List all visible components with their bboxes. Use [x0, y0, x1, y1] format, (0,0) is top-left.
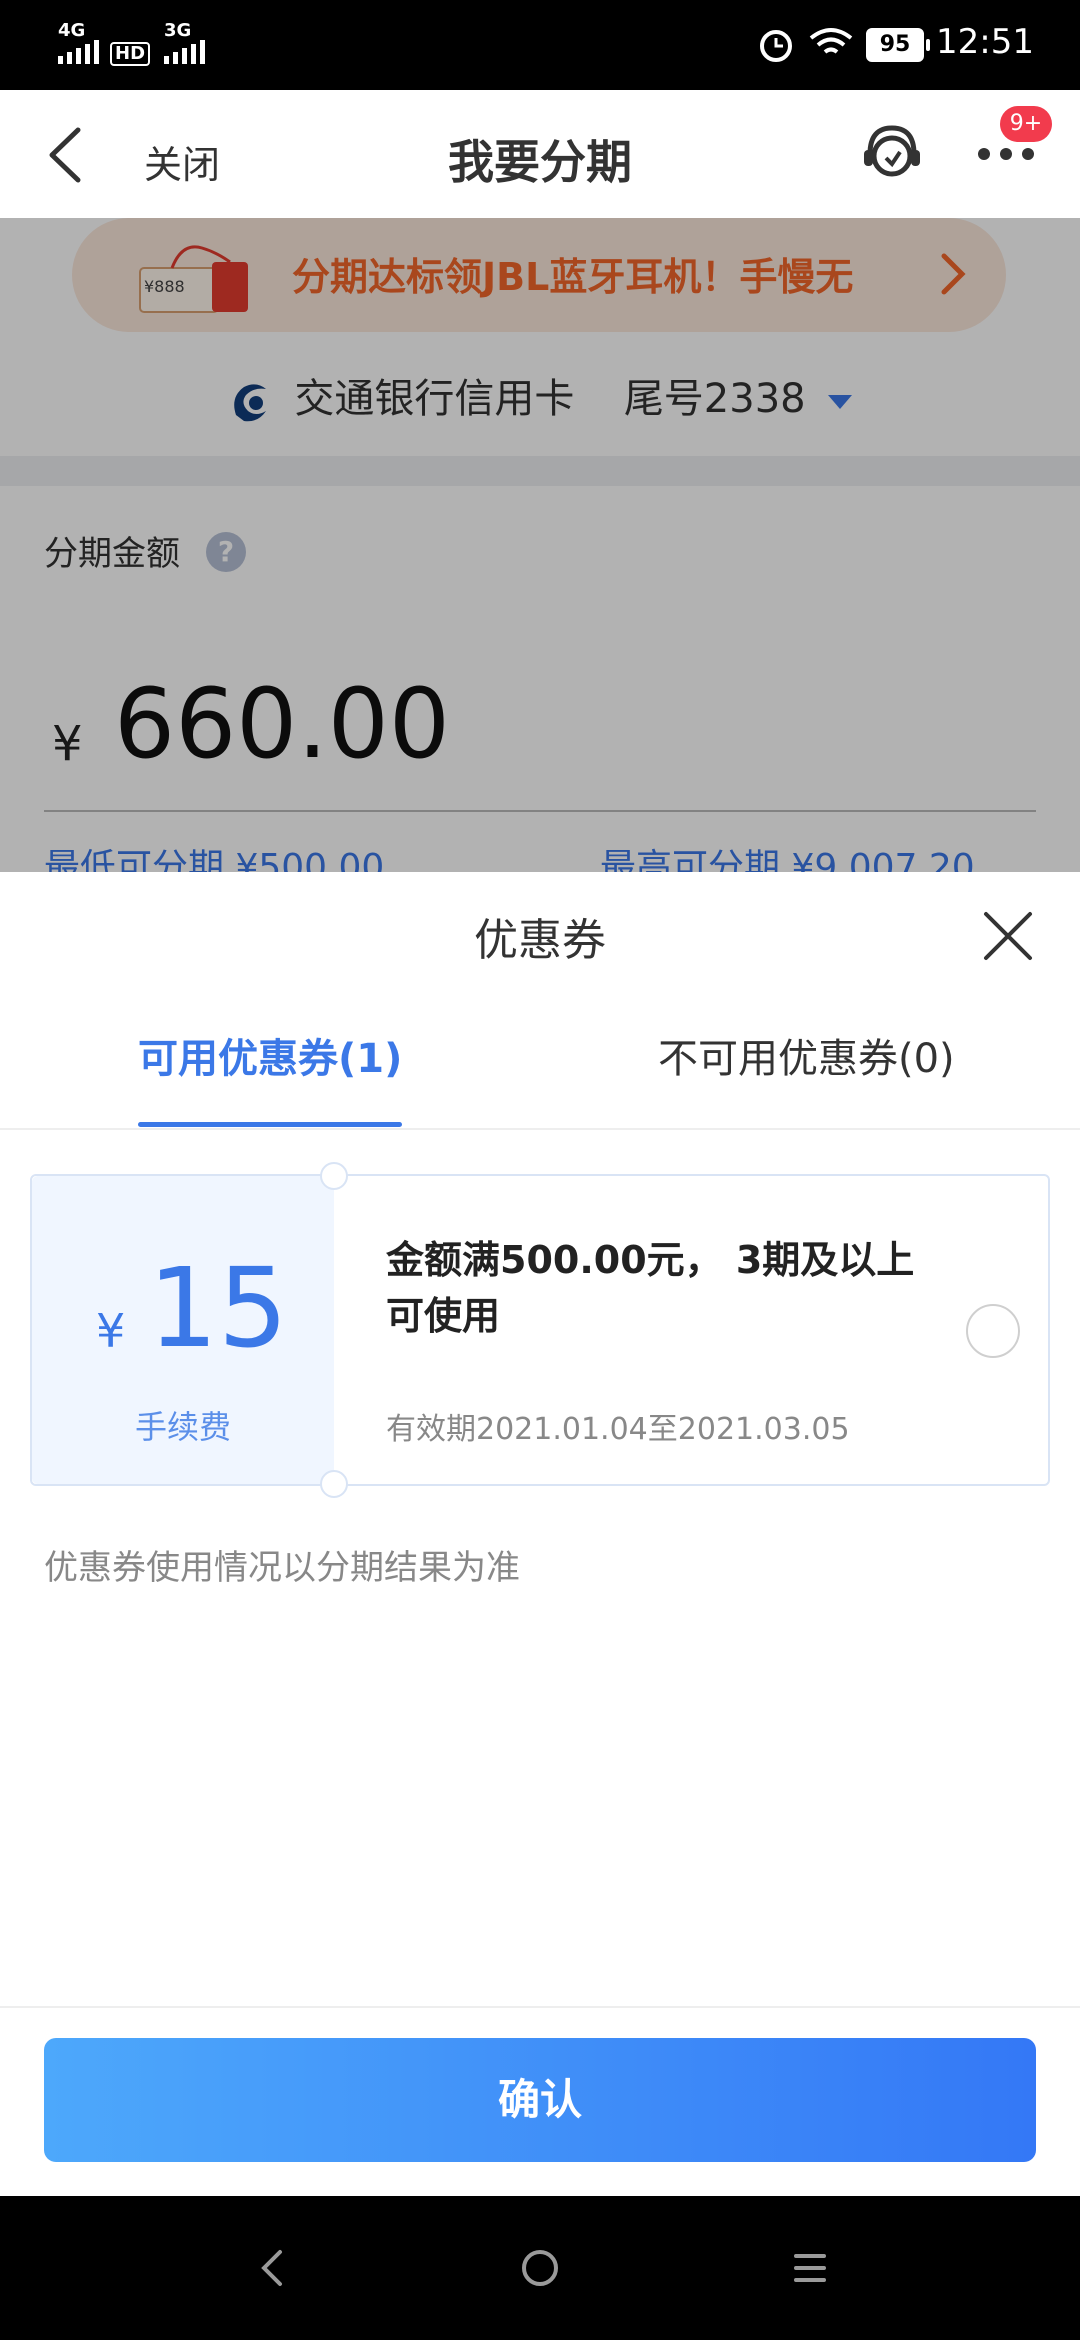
- alarm-icon: [760, 30, 792, 62]
- system-back-icon[interactable]: [256, 2246, 286, 2290]
- coupon-value: 15: [148, 1244, 288, 1372]
- sheet-title: 优惠券: [474, 915, 606, 966]
- tabs-divider: [0, 1128, 1080, 1130]
- coupon-currency: ¥: [96, 1304, 126, 1358]
- close-icon[interactable]: [982, 910, 1034, 962]
- clock: 12:51: [936, 22, 1034, 62]
- signal-label-4g: 4G: [58, 20, 86, 41]
- coupon-condition: 金额满500.00元， 3期及以上可使用: [386, 1238, 915, 1338]
- modal-overlay[interactable]: [0, 218, 1080, 872]
- wifi-icon: [809, 28, 853, 54]
- tab-unavailable-coupons[interactable]: 不可用优惠券(0): [658, 1026, 955, 1084]
- signal-icon: [58, 40, 99, 64]
- tab-underline: [138, 1122, 402, 1127]
- coupon-notch-top: [320, 1162, 348, 1190]
- coupon-select-radio[interactable]: [966, 1304, 1020, 1358]
- coupon-value-panel: ¥ 15 手续费: [32, 1176, 334, 1484]
- system-menu-icon[interactable]: [792, 2250, 828, 2286]
- coupon-type: 手续费: [134, 1408, 231, 1446]
- bottom-divider: [0, 2006, 1080, 2008]
- confirm-button[interactable]: 确认: [44, 2038, 1036, 2162]
- system-home-icon[interactable]: [518, 2246, 562, 2290]
- tab-available-coupons[interactable]: 可用优惠券(1): [138, 1026, 402, 1084]
- status-bar: 4G HD 3G 95 12:51: [0, 0, 1080, 90]
- coupon-sheet: 优惠券 可用优惠券(1) 不可用优惠券(0) ¥ 15 手续费 金额满500.0…: [0, 872, 1080, 2196]
- more-icon[interactable]: [976, 144, 1036, 164]
- signal-icon-2: [164, 40, 205, 64]
- nav-bar: 关闭 我要分期 9+: [0, 90, 1080, 218]
- coupon-note: 优惠券使用情况以分期结果为准: [44, 1548, 520, 1588]
- coupon-card[interactable]: ¥ 15 手续费 金额满500.00元， 3期及以上可使用 有效期2021.01…: [30, 1162, 1050, 1498]
- customer-service-icon[interactable]: [860, 120, 924, 186]
- signal-label-3g: 3G: [164, 20, 192, 41]
- battery-indicator: 95: [866, 28, 930, 62]
- coupon-validity: 有效期2021.01.04至2021.03.05: [386, 1412, 850, 1447]
- system-nav-bar: [0, 2196, 1080, 2340]
- notification-badge: 9+: [1000, 106, 1052, 142]
- coupon-notch-bottom: [320, 1470, 348, 1498]
- hd-label: HD: [110, 42, 151, 66]
